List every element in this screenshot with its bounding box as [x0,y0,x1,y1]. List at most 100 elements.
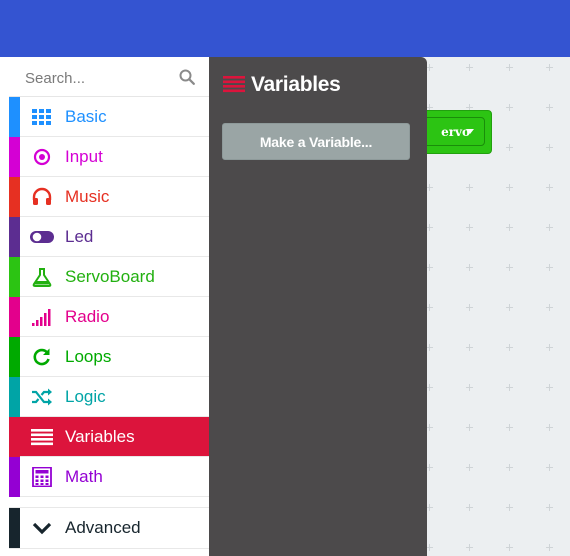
category-color-bar [9,297,20,337]
grid-dot [426,304,433,311]
grid-dot [466,304,473,311]
make-variable-button[interactable]: Make a Variable... [222,123,410,160]
category-color-bar [9,377,20,417]
grid-dot [466,384,473,391]
grid-dot [426,64,433,71]
grid-dot [426,384,433,391]
category-label: ServoBoard [65,267,155,286]
category-color-bar [9,217,20,257]
list-icon [31,429,53,446]
grid-dot [546,504,553,511]
category-color-bar [9,137,20,177]
grid-dot [466,504,473,511]
search-input[interactable] [9,57,192,99]
radio-button-icon [33,148,51,166]
category-color-bar [9,457,20,497]
grid-icon [32,109,51,125]
category-label: Music [65,187,110,206]
refresh-icon [33,348,50,366]
toolbox-category-input[interactable]: Input [9,137,209,177]
grid-dot [426,464,433,471]
grid-dot [546,224,553,231]
category-label: Led [65,227,94,246]
toolbox-category-logic[interactable]: Logic [9,377,209,417]
category-color-bar [9,417,20,457]
category-label: Radio [65,307,110,326]
toolbox-category-radio[interactable]: Radio [9,297,209,337]
grid-dot [546,544,553,551]
toolbox: Basic Input Music Led [9,57,209,556]
grid-dot [506,224,513,231]
grid-dot [466,464,473,471]
grid-dot [546,304,553,311]
toolbox-edge [0,57,9,556]
toolbox-category-music[interactable]: Music [9,177,209,217]
toolbox-category-basic[interactable]: Basic [9,97,209,137]
grid-dot [506,184,513,191]
grid-dot [546,184,553,191]
grid-dot [426,264,433,271]
grid-dot [506,304,513,311]
grid-dot [426,504,433,511]
grid-dot [546,144,553,151]
toggle-icon [30,231,54,243]
toolbox-category-advanced[interactable]: Advanced [9,507,209,549]
category-label: Math [65,467,103,486]
category-color-bar [9,97,20,137]
grid-dot [506,264,513,271]
list-icon [223,76,245,93]
search-box [9,57,209,99]
grid-dot [546,104,553,111]
category-color-bar [9,337,20,377]
signal-bars-icon [32,309,51,326]
category-color-bar [9,508,20,548]
grid-dot [466,424,473,431]
grid-dot [506,144,513,151]
grid-dot [506,464,513,471]
grid-dot [546,264,553,271]
toolbox-category-loops[interactable]: Loops [9,337,209,377]
flask-icon [32,268,52,287]
grid-dot [506,104,513,111]
category-label: Loops [65,347,112,366]
search-icon[interactable] [179,69,195,85]
grid-dot [466,544,473,551]
category-color-bar [9,257,20,297]
grid-dot [546,464,553,471]
grid-dot [546,384,553,391]
grid-dot [466,264,473,271]
grid-dot [426,344,433,351]
grid-dot [546,64,553,71]
grid-dot [506,424,513,431]
toolbox-category-led[interactable]: Led [9,217,209,257]
category-label: Basic [65,107,107,126]
flyout-title-text: Variables [251,73,341,96]
grid-dot [466,344,473,351]
category-label: Advanced [65,518,141,537]
category-label: Input [65,147,103,166]
category-color-bar [9,177,20,217]
grid-dot [546,424,553,431]
grid-dot [506,504,513,511]
grid-dot [426,424,433,431]
grid-dot [506,344,513,351]
calculator-icon [32,467,52,487]
grid-dot [546,344,553,351]
category-label: Logic [65,387,106,406]
top-menu-bar [0,0,570,57]
grid-dot [506,64,513,71]
grid-dot [426,544,433,551]
grid-dot [506,384,513,391]
toolbox-category-servoboard[interactable]: ServoBoard [9,257,209,297]
headphones-icon [32,187,52,205]
toolbox-category-variables[interactable]: Variables [9,417,209,457]
grid-dot [506,544,513,551]
dropdown-caret-icon [466,129,474,134]
grid-dot [426,224,433,231]
grid-dot [426,184,433,191]
chevron-down-icon [32,522,52,535]
category-label: Variables [65,427,135,446]
grid-dot [466,64,473,71]
toolbox-category-math[interactable]: Math [9,457,209,497]
shuffle-icon [32,388,52,406]
